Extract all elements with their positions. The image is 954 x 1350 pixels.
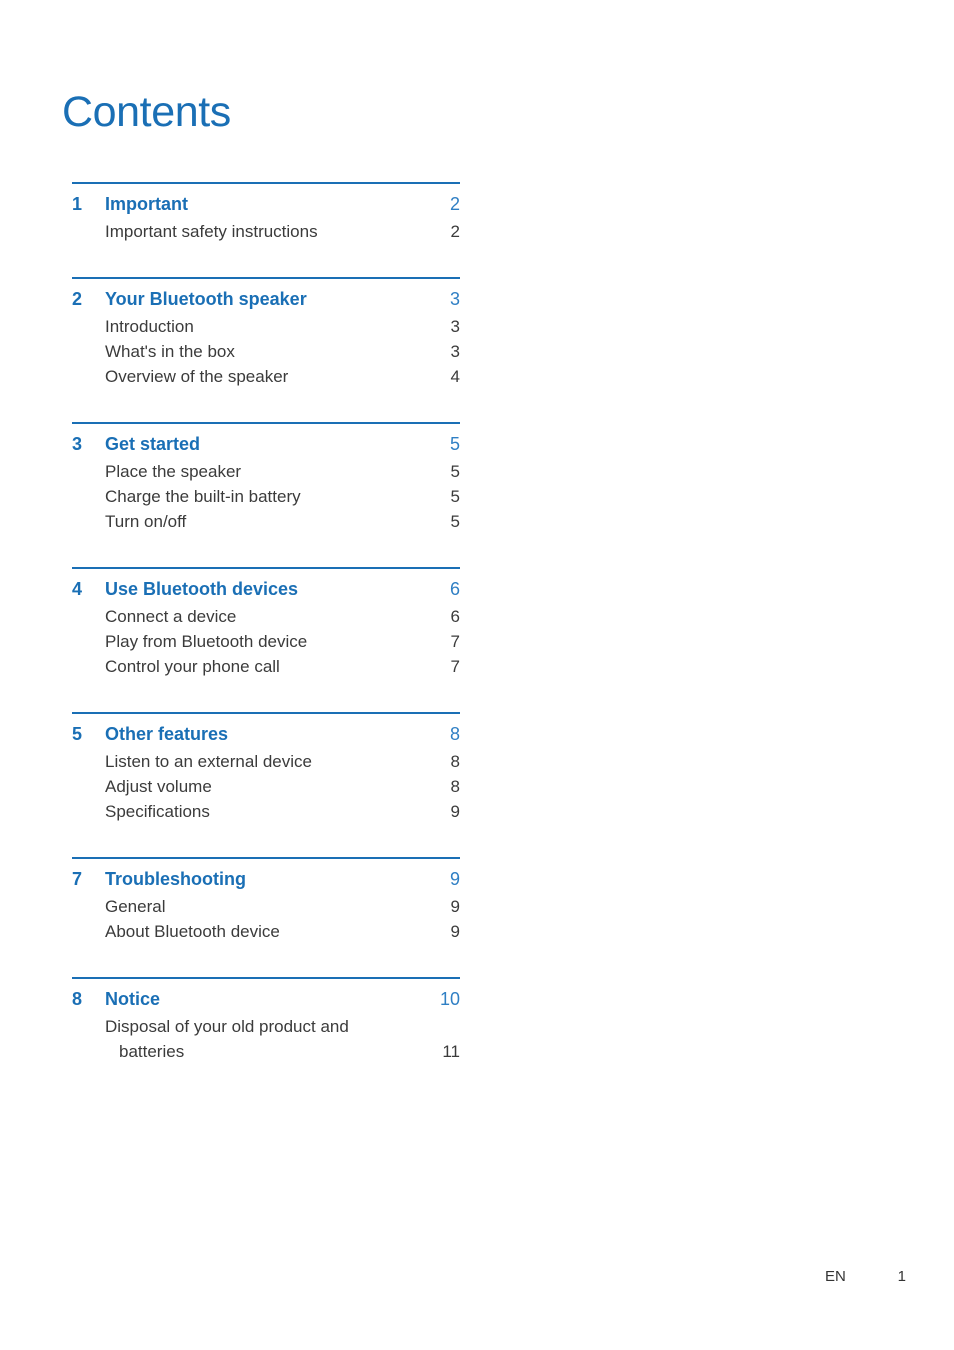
toc-chapter-row[interactable]: 8 Notice 10 (72, 986, 460, 1012)
chapter-page-number: 3 (449, 289, 460, 309)
toc-entry-row[interactable]: Overview of the speaker 4 (72, 364, 460, 389)
chapter-page-number: 10 (439, 989, 460, 1009)
toc-entry-page-number: 11 (442, 1042, 460, 1061)
toc-entry-page-number: 4 (450, 367, 460, 386)
toc-entry-page-number: 9 (450, 897, 460, 916)
chapter-page-number: 5 (449, 434, 460, 454)
toc-group: 1 Important 2 Important safety instructions… (72, 182, 460, 244)
toc-entry-row[interactable]: batteries 11 (72, 1039, 460, 1064)
toc-chapter-row[interactable]: 1 Important 2 (72, 191, 460, 217)
toc-entry-title[interactable]: Listen to an external device (105, 749, 434, 774)
chapter-number: 7 (72, 869, 83, 889)
toc-entry-title[interactable]: Connect a device (105, 604, 434, 629)
toc-entry-title[interactable]: About Bluetooth device (105, 919, 434, 944)
footer-page-number: 1 (897, 1268, 906, 1285)
chapter-number: 1 (72, 194, 83, 214)
chapter-number: 4 (72, 579, 83, 599)
document-page: Contents 1 Important 2 Important safety ins… (0, 0, 954, 1350)
toc-entry-title[interactable]: Specifications (105, 799, 434, 824)
group-divider (72, 977, 460, 979)
toc-entry-title[interactable]: Play from Bluetooth device (105, 629, 434, 654)
chapter-title[interactable]: Important (105, 191, 434, 217)
toc-entry-title[interactable]: General (105, 894, 434, 919)
toc-entry-page-number: 5 (450, 462, 460, 481)
chapter-number: 2 (72, 289, 83, 309)
toc-entry-title[interactable]: Overview of the speaker (105, 364, 434, 389)
chapter-page-number: 6 (449, 579, 460, 599)
toc-entry-row[interactable]: Control your phone call 7 (72, 654, 460, 679)
toc-entry-title[interactable]: Important safety instructions (105, 219, 434, 244)
page-title: Contents (62, 87, 231, 136)
group-divider (72, 567, 460, 569)
chapter-number: 3 (72, 434, 83, 454)
chapter-title[interactable]: Notice (105, 986, 434, 1012)
group-divider (72, 712, 460, 714)
toc-group: 2 Your Bluetooth speaker 3 Introduction 3 Wha… (72, 277, 460, 389)
toc-entry-title[interactable]: Adjust volume (105, 774, 434, 799)
toc-entry-title[interactable]: Turn on/off (105, 509, 434, 534)
toc-entry-row[interactable]: What's in the box 3 (72, 339, 460, 364)
group-divider (72, 857, 460, 859)
toc-group: 5 Other features 8 Listen to an external de… (72, 712, 460, 824)
toc-chapter-row[interactable]: 7 Troubleshooting 9 (72, 866, 460, 892)
chapter-page-number: 2 (449, 194, 460, 214)
toc-entry-row[interactable]: Specifications 9 (72, 799, 460, 824)
toc-entry-page-number: 5 (450, 487, 460, 506)
chapter-title[interactable]: Troubleshooting (105, 866, 434, 892)
toc-entry-title[interactable]: batteries (105, 1039, 434, 1064)
chapter-number: 8 (72, 989, 83, 1009)
toc-entry-row[interactable]: Adjust volume 8 (72, 774, 460, 799)
toc-group: 4 Use Bluetooth devices 6 Connect a device 6… (72, 567, 460, 679)
toc-group: 3 Get started 5 Place the speaker 5 Charge th… (72, 422, 460, 534)
toc-entry-page-number: 8 (450, 777, 460, 796)
table-of-contents: 1 Important 2 Important safety instructions… (72, 182, 460, 1064)
toc-entry-row[interactable]: Listen to an external device 8 (72, 749, 460, 774)
toc-chapter-row[interactable]: 5 Other features 8 (72, 721, 460, 747)
toc-entry-title[interactable]: Control your phone call (105, 654, 434, 679)
toc-entry-row[interactable]: Play from Bluetooth device 7 (72, 629, 460, 654)
toc-group: 7 Troubleshooting 9 General 9 About Bluetooth… (72, 857, 460, 944)
group-divider (72, 277, 460, 279)
toc-chapter-row[interactable]: 3 Get started 5 (72, 431, 460, 457)
toc-chapter-row[interactable]: 4 Use Bluetooth devices 6 (72, 576, 460, 602)
toc-entry-row[interactable]: Important safety instructions 2 (72, 219, 460, 244)
footer-language-code: EN (825, 1268, 846, 1285)
toc-entry-page-number: 5 (450, 512, 460, 531)
group-divider (72, 182, 460, 184)
toc-entry-page-number: 2 (450, 222, 460, 241)
group-divider (72, 422, 460, 424)
chapter-title[interactable]: Other features (105, 721, 434, 747)
chapter-title[interactable]: Use Bluetooth devices (105, 576, 434, 602)
toc-entry-row[interactable]: Connect a device 6 (72, 604, 460, 629)
toc-entry-page-number: 3 (450, 317, 460, 336)
toc-entry-title[interactable]: Place the speaker (105, 459, 434, 484)
toc-entry-row[interactable]: Turn on/off 5 (72, 509, 460, 534)
toc-entry-page-number: 3 (450, 342, 460, 361)
toc-chapter-row[interactable]: 2 Your Bluetooth speaker 3 (72, 286, 460, 312)
toc-entry-page-number: 8 (450, 752, 460, 771)
toc-entry-title[interactable]: Disposal of your old product and (105, 1014, 434, 1039)
toc-entry-page-number: 7 (450, 632, 460, 651)
chapter-title[interactable]: Get started (105, 431, 434, 457)
toc-entry-row[interactable]: Place the speaker 5 (72, 459, 460, 484)
toc-entry-page-number: 9 (450, 802, 460, 821)
chapter-title[interactable]: Your Bluetooth speaker (105, 286, 434, 312)
chapter-page-number: 9 (449, 869, 460, 889)
toc-entry-title[interactable]: Introduction (105, 314, 434, 339)
toc-entry-title[interactable]: What's in the box (105, 339, 434, 364)
toc-entry-page-number: 6 (450, 607, 460, 626)
chapter-page-number: 8 (449, 724, 460, 744)
toc-entry-row[interactable]: About Bluetooth device 9 (72, 919, 460, 944)
page-footer: EN 1 (0, 1266, 954, 1290)
chapter-number: 5 (72, 724, 83, 744)
toc-entry-row[interactable]: General 9 (72, 894, 460, 919)
toc-entry-row[interactable]: Introduction 3 (72, 314, 460, 339)
toc-entry-page-number: 7 (450, 657, 460, 676)
toc-entry-title[interactable]: Charge the built-in battery (105, 484, 434, 509)
toc-entry-row[interactable]: Charge the built-in battery 5 (72, 484, 460, 509)
toc-group: 8 Notice 10 Disposal of your old product an… (72, 977, 460, 1064)
toc-entry-page-number: 9 (450, 922, 460, 941)
toc-entry-row[interactable]: Disposal of your old product and (72, 1014, 460, 1039)
